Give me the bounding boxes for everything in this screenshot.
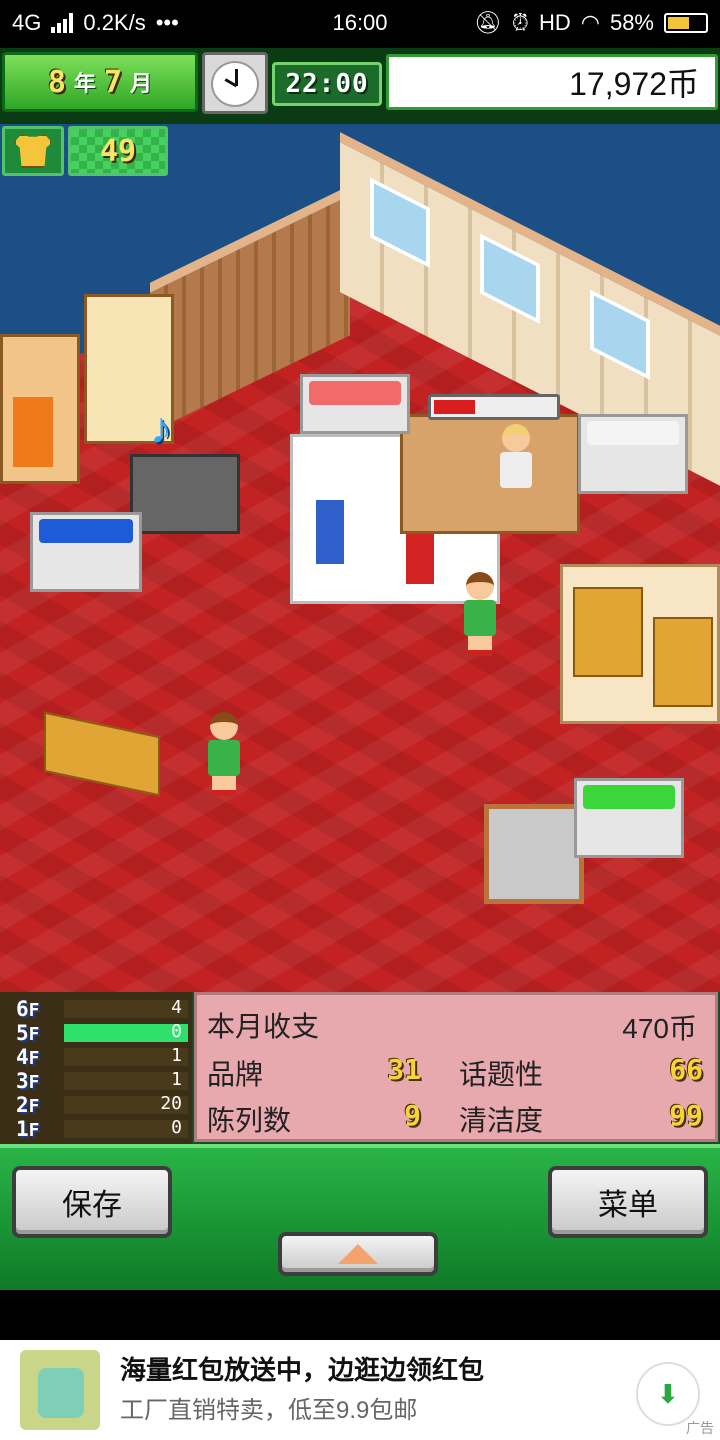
monthly-balance-label: 本月收支 — [207, 1011, 320, 1042]
cleanliness-label: 清洁度 — [459, 1105, 544, 1136]
monthly-balance-value: 470币 — [622, 1013, 697, 1044]
staff-clerk[interactable] — [460, 572, 500, 658]
display-count-label: 陈列数 — [207, 1105, 292, 1136]
shirt-icon — [14, 134, 52, 168]
checkout-progress — [428, 394, 560, 420]
brand-label: 品牌 — [207, 1059, 264, 1090]
stats-panel: 本月收支 470币 品牌 31 话题性 66 陈列数 9 清洁度 99 — [194, 992, 718, 1142]
floor-row-3[interactable]: 3F 1 — [0, 1069, 192, 1093]
ad-image[interactable] — [20, 1350, 100, 1430]
floor-row-5[interactable]: 5F 0 — [0, 1021, 192, 1045]
floor-row-1[interactable]: 1F 0 — [0, 1117, 192, 1141]
ad-banner[interactable]: 海量红包放送中，边逛边领红包 工厂直销特卖，低至9.9包邮 ⬇ 广告 — [0, 1340, 720, 1440]
money-text: 17,972币 — [569, 66, 699, 102]
mute-icon: 🔕︎ — [473, 10, 502, 35]
alarm-icon: ⏰︎ — [511, 10, 529, 35]
floor-bar — [64, 1024, 188, 1042]
download-button[interactable]: ⬇ — [636, 1362, 700, 1426]
clothes-rack[interactable] — [484, 804, 584, 904]
floor-selector: 6F 4 5F 0 4F 1 3F 1 2F 20 1F 0 — [0, 992, 192, 1144]
ad-tag: 广告 — [686, 1420, 714, 1436]
ad-title[interactable]: 海量红包放送中，边逛边领红包 — [120, 1350, 484, 1387]
status-bar: 4G 0.2K/s ••• 16:00 🔕︎ ⏰︎ HD ◠ 58% — [0, 0, 720, 48]
clock-icon — [202, 52, 268, 114]
save-button-label: 保存 — [62, 1189, 122, 1222]
floor-value: 1 — [171, 1045, 182, 1066]
shelf-red[interactable] — [300, 374, 410, 434]
menu-button[interactable]: 菜单 — [548, 1166, 708, 1238]
month-unit: 月 — [130, 71, 153, 96]
floor-bar — [64, 1000, 188, 1018]
floor-value: 20 — [160, 1093, 182, 1114]
floor-value: 0 — [171, 1117, 182, 1138]
month-value: 7 — [104, 64, 123, 100]
customer-count: 49 — [99, 133, 137, 169]
shelf-blue[interactable] — [30, 512, 142, 592]
wifi-icon: ◠ — [580, 10, 600, 35]
floor-bar — [64, 1072, 188, 1090]
date-display: 8 年 7 月 — [2, 52, 198, 112]
floor-label: 5F — [16, 1021, 40, 1045]
game-time: 22:00 — [272, 62, 382, 106]
speaker-set[interactable] — [130, 454, 240, 534]
hd-indicator: HD — [538, 10, 571, 35]
floor-value: 4 — [171, 997, 182, 1018]
floor-label: 4F — [16, 1045, 40, 1069]
shelf-white[interactable] — [578, 414, 688, 494]
game-view[interactable]: ♪ 49 — [0, 124, 720, 992]
elevator[interactable] — [0, 334, 80, 484]
menu-button-label: 菜单 — [598, 1189, 658, 1222]
floor-value: 0 — [171, 1021, 182, 1042]
download-icon: ⬇ — [657, 1378, 679, 1409]
topic-value: 66 — [669, 1053, 703, 1086]
button-bar: 保存 菜单 — [0, 1144, 720, 1290]
floor-label: 1F — [16, 1117, 40, 1141]
staff-clerk-2[interactable] — [204, 712, 244, 798]
cleanliness-value: 99 — [669, 1099, 703, 1132]
floor-label: 6F — [16, 997, 40, 1021]
battery-percent: 58% — [609, 10, 654, 35]
battery-icon — [664, 13, 708, 33]
nav-spacer — [0, 1290, 720, 1340]
floor-label: 3F — [16, 1069, 40, 1093]
customer-count-badge[interactable]: 49 — [68, 126, 168, 176]
ad-subtitle[interactable]: 工厂直销特卖，低至9.9包邮 — [120, 1390, 417, 1425]
floor-bar — [64, 1048, 188, 1066]
topic-label: 话题性 — [459, 1059, 544, 1090]
floor-row-2[interactable]: 2F 20 — [0, 1093, 192, 1117]
cashier[interactable] — [496, 424, 536, 510]
expand-button[interactable] — [278, 1232, 438, 1276]
info-panel: 6F 4 5F 0 4F 1 3F 1 2F 20 1F 0 本月收支 470币 品牌 31 话题性 … — [0, 992, 720, 1144]
floor-bar — [64, 1120, 188, 1138]
storage-room[interactable] — [560, 564, 720, 724]
floor-value: 1 — [171, 1069, 182, 1090]
up-arrow-icon — [338, 1244, 378, 1264]
shirt-badge[interactable] — [2, 126, 64, 176]
floor-row-4[interactable]: 4F 1 — [0, 1045, 192, 1069]
game-time-text: 22:00 — [285, 69, 369, 99]
brand-value: 31 — [387, 1053, 421, 1086]
display-count-value: 9 — [404, 1099, 421, 1132]
year-unit: 年 — [73, 71, 96, 96]
floor-row-6[interactable]: 6F 4 — [0, 997, 192, 1021]
money-display: 17,972币 — [386, 54, 718, 110]
checkout-counter[interactable] — [400, 414, 580, 534]
year-value: 8 — [47, 64, 66, 100]
music-icon: ♪ — [150, 404, 172, 453]
shelf-green[interactable] — [574, 778, 684, 858]
floor-label: 2F — [16, 1093, 40, 1117]
save-button[interactable]: 保存 — [12, 1166, 172, 1238]
top-hud: 8 年 7 月 22:00 17,972币 — [0, 48, 720, 124]
